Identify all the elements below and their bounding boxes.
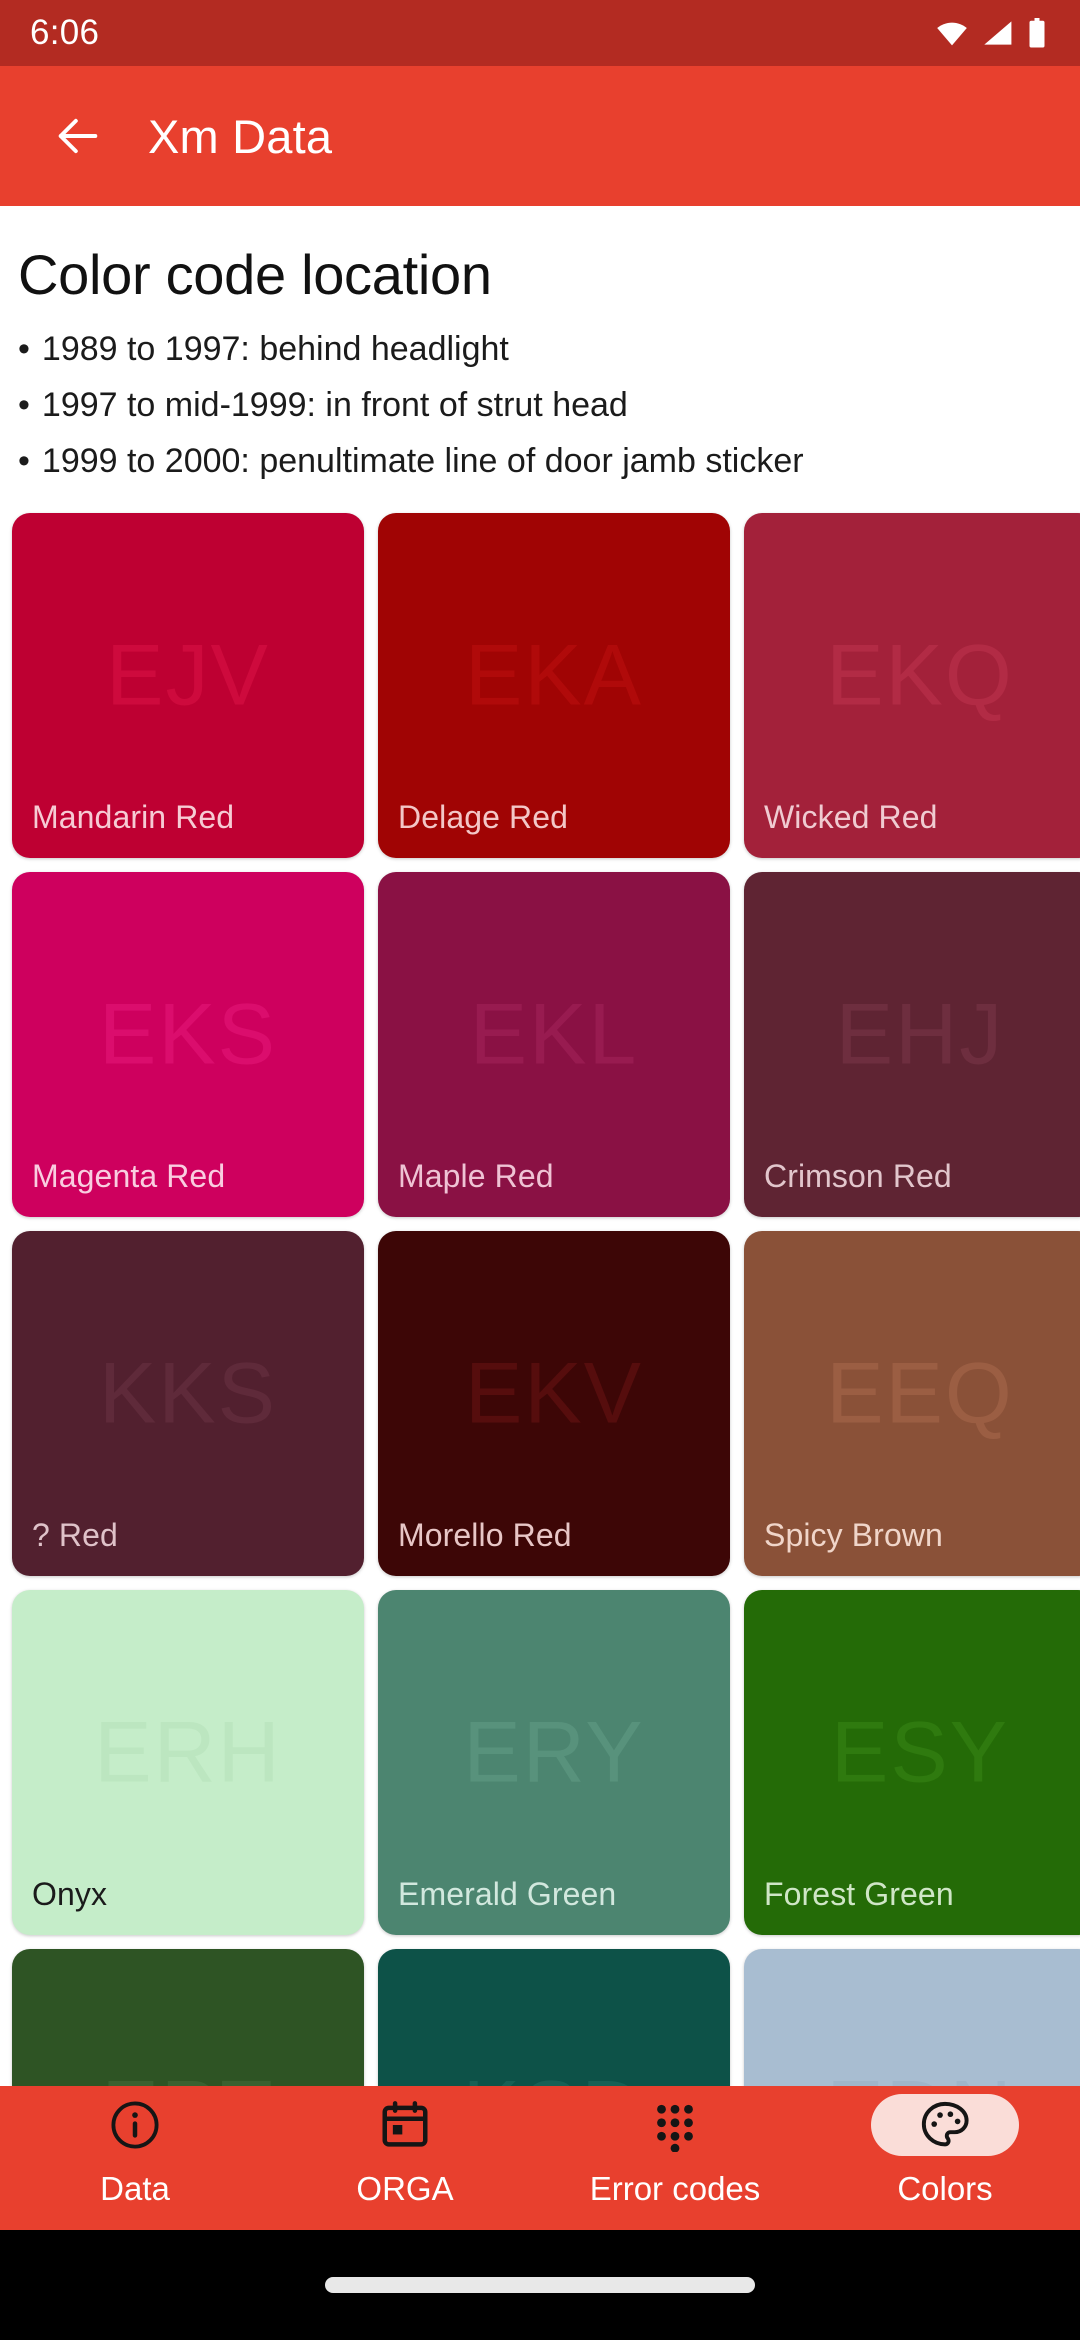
app-screen: 6:06 Xm Data Color code location • 1989 …: [0, 0, 1080, 2340]
color-name-label: Maple Red: [398, 1158, 554, 1194]
battery-icon: [1029, 18, 1045, 48]
section-heading: Color code location: [18, 243, 492, 306]
color-tile[interactable]: EPT: [12, 1949, 364, 2086]
color-tile[interactable]: EJV Mandarin Red: [12, 513, 364, 858]
system-gesture-bar: [0, 2230, 1080, 2340]
color-name-label: Wicked Red: [764, 799, 938, 835]
color-code-watermark: KSD: [463, 2062, 646, 2086]
color-name-label: Spicy Brown: [764, 1517, 943, 1553]
color-tile[interactable]: EDN: [744, 1949, 1080, 2086]
list-item-text: 1997 to mid-1999: in front of strut head: [41, 386, 628, 424]
back-button[interactable]: [30, 88, 126, 184]
nav-pill-active: [871, 2094, 1019, 2156]
nav-item-colors[interactable]: Colors: [810, 2086, 1080, 2230]
color-code-watermark: EJV: [106, 627, 270, 724]
status-bar: 6:06: [0, 0, 1080, 66]
color-name-label: ? Red: [32, 1517, 118, 1553]
calendar-icon: [382, 2101, 428, 2147]
content-scroll-area[interactable]: Color code location • 1989 to 1997: behin…: [0, 206, 1080, 2086]
list-item-text: 1989 to 1997: behind headlight: [41, 330, 509, 368]
list-item: • 1999 to 2000: penultimate line of door …: [18, 433, 1080, 489]
color-tile[interactable]: EKL Maple Red: [378, 872, 730, 1217]
color-code-watermark: EHJ: [835, 986, 1005, 1083]
color-code-watermark: EDN: [826, 2062, 1014, 2086]
color-tile[interactable]: EEQ Spicy Brown: [744, 1231, 1080, 1576]
nav-pill: [331, 2094, 479, 2156]
color-name-label: Mandarin Red: [32, 799, 235, 835]
status-icon-group: [935, 18, 1046, 48]
nav-pill: [601, 2094, 749, 2156]
color-tile[interactable]: ERH Onyx: [12, 1590, 364, 1935]
color-tile[interactable]: ERY Emerald Green: [378, 1590, 730, 1935]
color-code-watermark: ESY: [830, 1704, 1010, 1801]
color-tile[interactable]: KSD: [378, 1949, 730, 2086]
bottom-navigation-bar: Data ORGA Error codes Colors: [0, 2086, 1080, 2230]
color-name-label: Delage Red: [398, 799, 568, 835]
color-tile[interactable]: EKS Magenta Red: [12, 872, 364, 1217]
nav-item-error-codes[interactable]: Error codes: [540, 2086, 810, 2230]
color-code-watermark: EEQ: [826, 1345, 1014, 1442]
nav-label: Colors: [897, 2170, 993, 2207]
color-name-label: Forest Green: [764, 1876, 954, 1912]
arrow-left-icon: [58, 118, 98, 154]
color-tile[interactable]: EKV Morello Red: [378, 1231, 730, 1576]
color-code-watermark: ERY: [463, 1704, 645, 1801]
color-tile[interactable]: ESY Forest Green: [744, 1590, 1080, 1935]
color-code-watermark: EKS: [98, 986, 278, 1083]
color-name-label: Magenta Red: [32, 1158, 226, 1194]
color-tile[interactable]: EKQ Wicked Red: [744, 513, 1080, 858]
palette-icon: [921, 2101, 969, 2147]
color-code-watermark: KKS: [98, 1345, 278, 1442]
cellular-signal-icon: [984, 21, 1012, 45]
color-tile[interactable]: EHJ Crimson Red: [744, 872, 1080, 1217]
page-title: Xm Data: [148, 109, 333, 163]
color-code-watermark: EKQ: [826, 627, 1014, 724]
app-bar: Xm Data: [0, 66, 1080, 206]
color-code-watermark: EKL: [469, 986, 639, 1083]
list-item: • 1989 to 1997: behind headlight: [18, 321, 1080, 377]
color-tile[interactable]: EKA Delage Red: [378, 513, 730, 858]
status-time: 6:06: [30, 13, 100, 52]
color-code-watermark: EKV: [464, 1345, 644, 1442]
bullet-list: • 1989 to 1997: behind headlight • 1997 to…: [0, 321, 1080, 505]
color-tile[interactable]: KKS ? Red: [12, 1231, 364, 1576]
home-indicator[interactable]: [325, 2277, 755, 2293]
bullet-marker: •: [18, 330, 30, 368]
wifi-icon: [937, 22, 967, 46]
nav-label: Error codes: [589, 2170, 761, 2207]
color-name-label: Emerald Green: [398, 1876, 617, 1912]
info-circle-icon: [111, 2101, 159, 2149]
nav-label: ORGA: [356, 2170, 454, 2207]
color-grid: EJV Mandarin Red EKA Delage Red EKQ Wicked Re…: [0, 513, 1080, 2086]
color-code-watermark: EKA: [464, 627, 644, 724]
color-code-watermark: EPT: [101, 2062, 274, 2086]
color-code-watermark: ERH: [94, 1704, 282, 1801]
nav-item-data[interactable]: Data: [0, 2086, 270, 2230]
nav-label: Data: [100, 2170, 170, 2207]
list-item-text: 1999 to 2000: penultimate line of door j…: [41, 442, 804, 480]
color-name-label: Onyx: [32, 1876, 108, 1912]
color-name-label: Crimson Red: [764, 1158, 952, 1194]
list-item: • 1997 to mid-1999: in front of strut hea…: [18, 377, 1080, 433]
bullet-marker: •: [18, 386, 30, 424]
color-name-label: Morello Red: [398, 1517, 572, 1553]
nav-pill: [61, 2094, 209, 2156]
nav-item-orga[interactable]: ORGA: [270, 2086, 540, 2230]
bullet-marker: •: [18, 442, 30, 480]
dialpad-icon: [657, 2104, 693, 2152]
